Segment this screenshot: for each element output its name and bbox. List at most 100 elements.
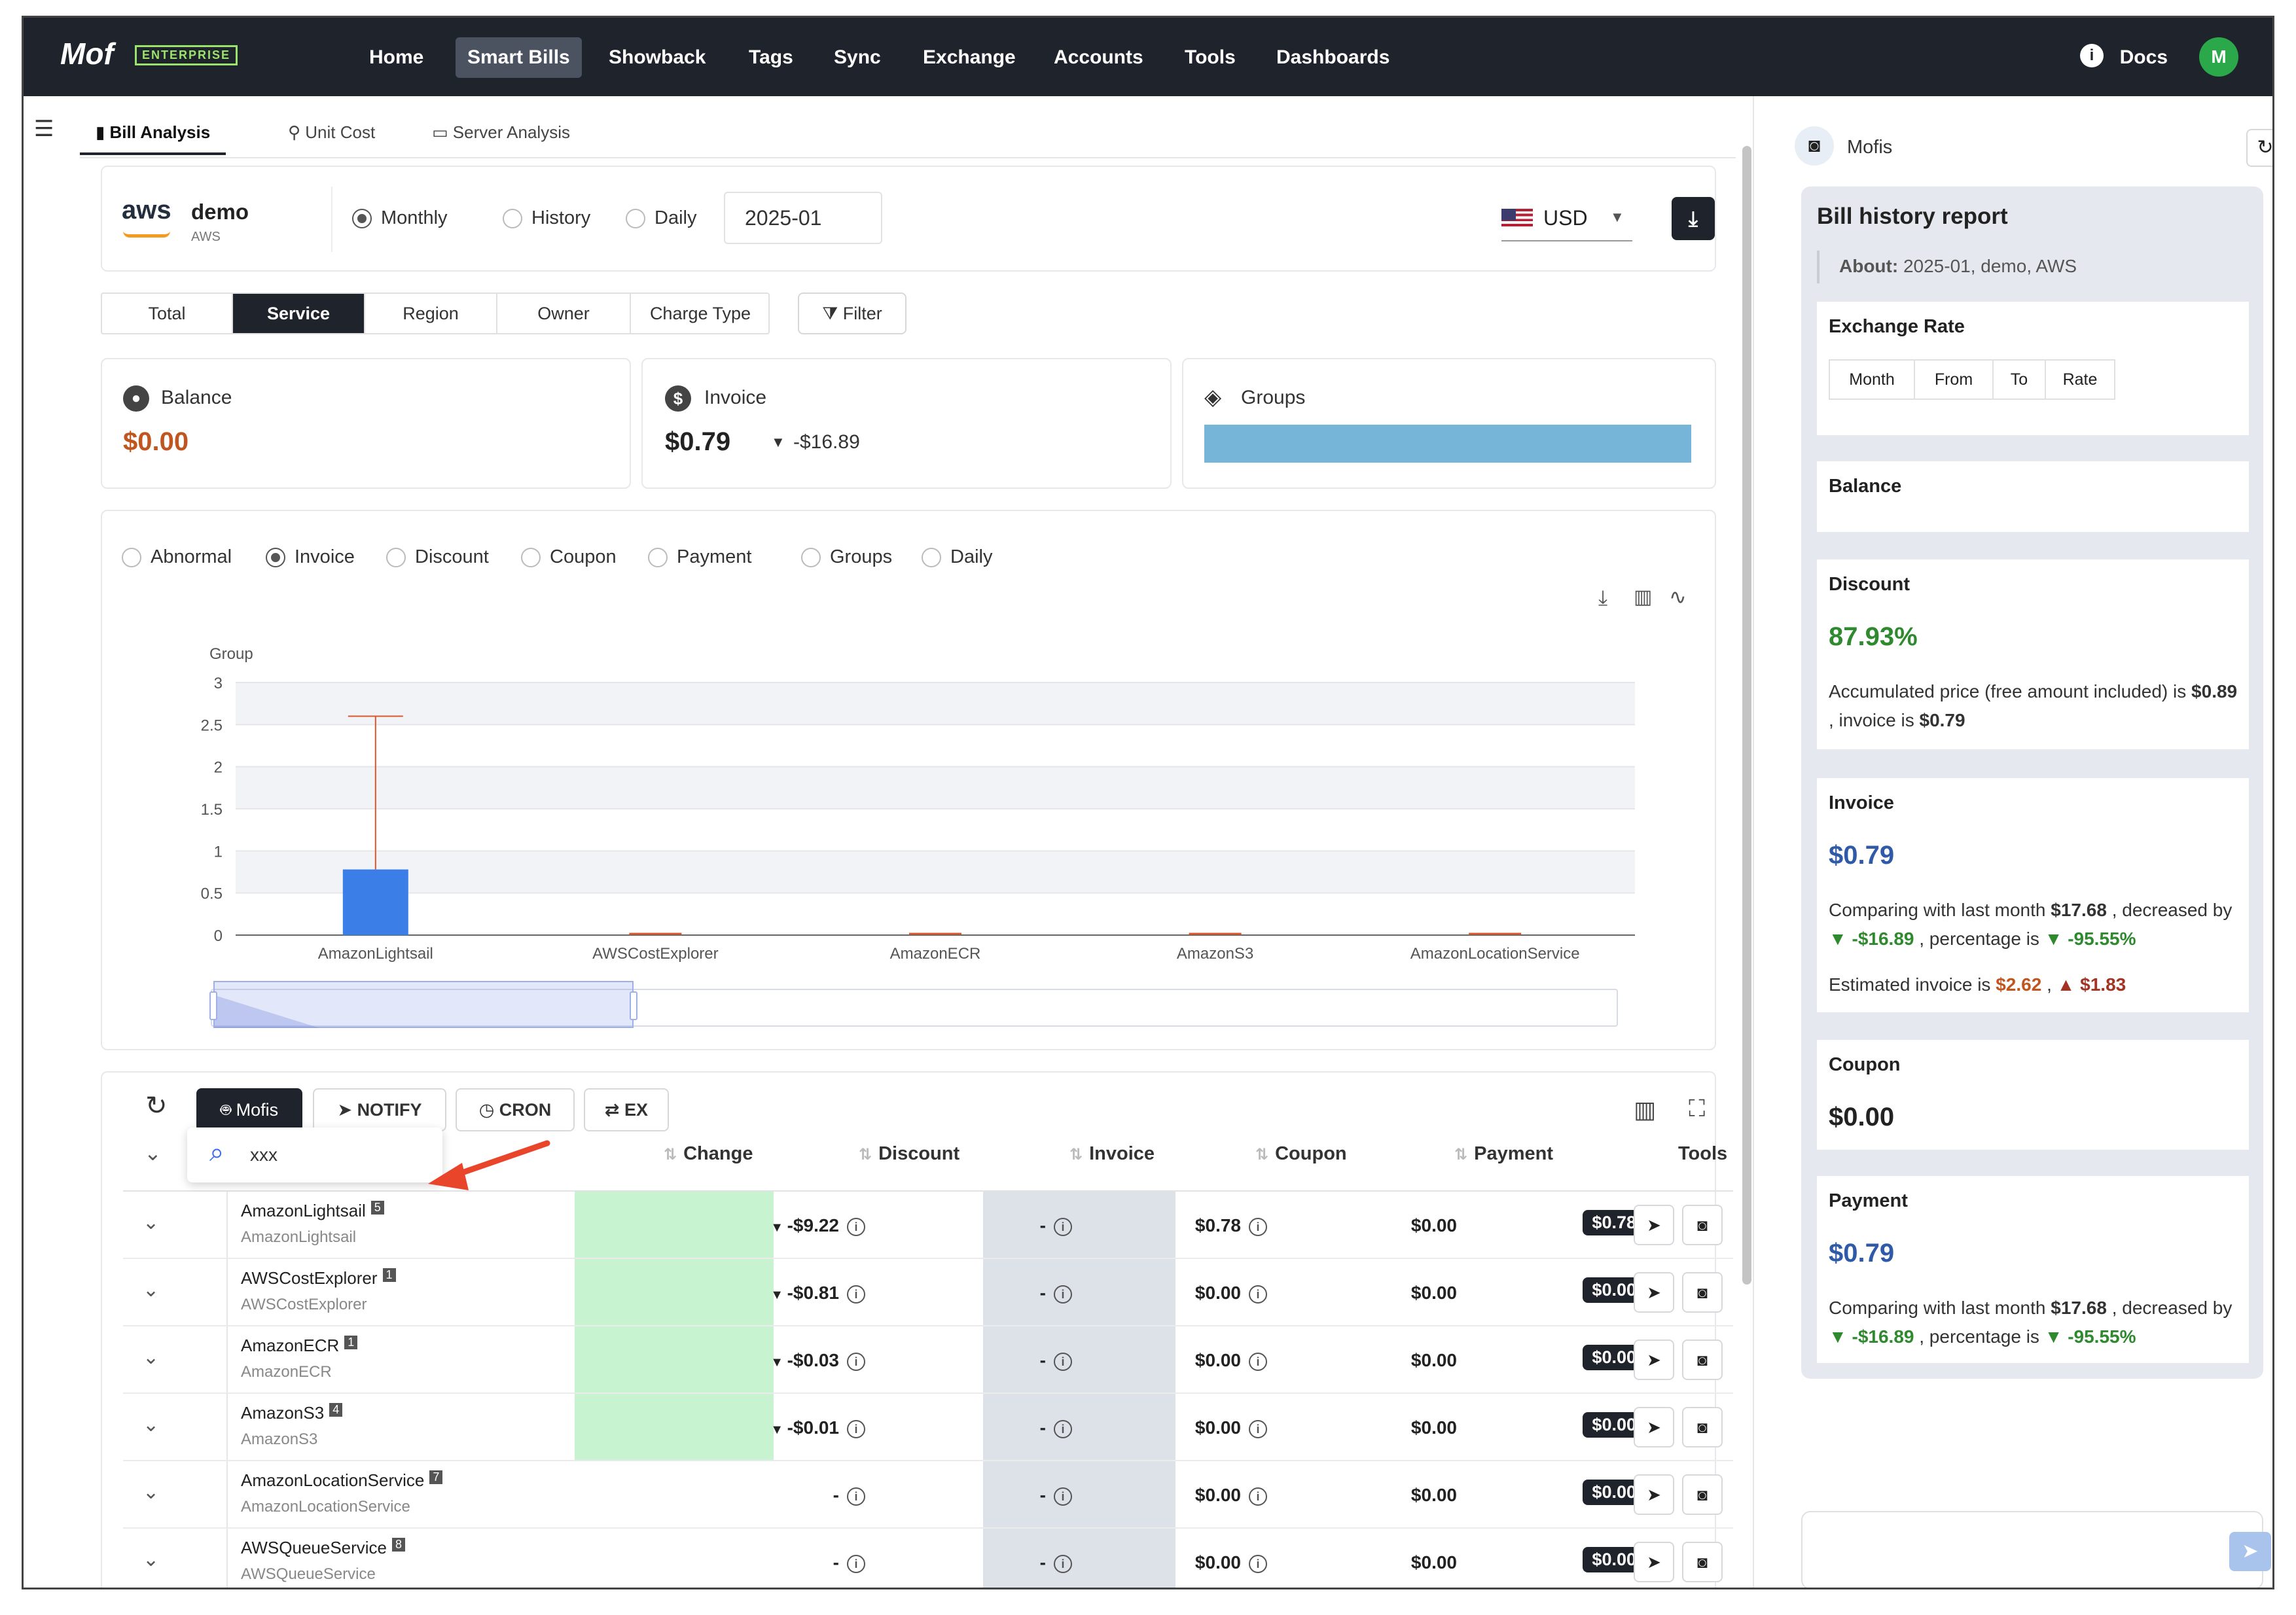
row-expand-icon[interactable]: ⌄ <box>143 1279 159 1302</box>
nav-dashboards[interactable]: Dashboards <box>1265 37 1401 78</box>
col-label: Discount <box>878 1143 960 1164</box>
filter-button[interactable]: ⧩ Filter <box>798 293 906 334</box>
panel-refresh-button[interactable]: ↻ <box>2246 129 2272 167</box>
exchange-title: Exchange Rate <box>1829 316 1965 337</box>
col-invoice[interactable]: ⇅ Invoice <box>1069 1143 1155 1165</box>
aws-smile-icon <box>123 231 170 238</box>
edition-badge: ENTERPRISE <box>135 45 238 65</box>
notify-button[interactable]: ➤ NOTIFY <box>313 1088 446 1131</box>
dim-owner[interactable]: Owner <box>497 294 631 333</box>
discount-value: 87.93% <box>1829 622 1918 651</box>
count-badge: 1 <box>344 1336 358 1349</box>
nav-smart-bills[interactable]: Smart Bills <box>456 37 582 78</box>
tab-unit-cost[interactable]: ⚲ Unit Cost <box>272 109 391 155</box>
col-discount[interactable]: ⇅ Discount <box>859 1143 960 1165</box>
info-icon[interactable]: i <box>2080 44 2104 67</box>
ex-button[interactable]: ⇄ EX <box>584 1088 669 1131</box>
row-expand-icon[interactable]: ⌄ <box>143 1346 159 1369</box>
discount-cell: -i <box>843 1485 1072 1506</box>
robot-icon: ◙ <box>1697 1350 1708 1370</box>
refresh-icon[interactable]: ↻ <box>145 1091 168 1121</box>
tab-label: Server Analysis <box>452 122 570 142</box>
x-tick-label: AmazonLightsail <box>318 945 433 963</box>
send-button[interactable]: ➤ <box>1634 1205 1674 1245</box>
table-row[interactable]: ⌄ AWSCostExplorer 1 AWSCostExplorer ▼ -$0… <box>123 1259 1733 1326</box>
send-button[interactable]: ➤ <box>1634 1542 1674 1582</box>
col-change[interactable]: ⇅ Change <box>664 1143 753 1165</box>
zoom-preview-icon <box>215 995 319 1028</box>
col-label: Change <box>683 1143 753 1164</box>
row-expand-icon[interactable]: ⌄ <box>143 1548 159 1571</box>
row-expand-icon[interactable]: ⌄ <box>143 1413 159 1436</box>
dim-region[interactable]: Region <box>365 294 497 333</box>
currency-select[interactable]: USD ▼ <box>1501 200 1632 241</box>
coupon-cell: $0.00 <box>1410 1215 1457 1235</box>
expand-all-icon[interactable]: ⌄ <box>144 1141 162 1165</box>
zoom-handle-right[interactable] <box>630 991 637 1020</box>
discount-section: Discount 87.93% Accumulated price (free … <box>1817 559 2249 749</box>
user-circle-icon: ● <box>123 385 149 412</box>
period-daily[interactable]: Daily <box>626 207 696 229</box>
fullscreen-icon[interactable]: ⛶ <box>1689 1095 1705 1123</box>
tab-bill-analysis[interactable]: ▮ Bill Analysis <box>80 109 226 155</box>
send-button[interactable]: ➤ <box>1634 1407 1674 1447</box>
groups-bar[interactable] <box>1204 425 1691 463</box>
invoice-label: Invoice <box>704 387 767 408</box>
dim-service[interactable]: Service <box>233 294 365 333</box>
user-avatar[interactable]: M <box>2199 37 2238 77</box>
dim-charge-type[interactable]: Charge Type <box>631 294 770 333</box>
mofis-button[interactable]: 🤖︎ Mofis <box>196 1088 302 1131</box>
search-input[interactable]: xxx <box>250 1145 278 1165</box>
coupon-cell: $0.00 <box>1410 1485 1457 1505</box>
robot-button[interactable]: ◙ <box>1682 1542 1723 1582</box>
robot-button[interactable]: ◙ <box>1682 1340 1723 1380</box>
data-zoom-window[interactable] <box>213 981 634 1028</box>
sidebar-toggle-icon[interactable]: ☰ <box>34 116 54 142</box>
x-tick-label: AWSCostExplorer <box>592 945 719 963</box>
nav-tools[interactable]: Tools <box>1173 37 1247 78</box>
chat-input[interactable] <box>1801 1511 2263 1588</box>
nav-home[interactable]: Home <box>357 37 435 78</box>
tab-server-analysis[interactable]: ▭ Server Analysis <box>416 109 586 155</box>
period-monthly[interactable]: Monthly <box>352 207 448 229</box>
period-history[interactable]: History <box>503 207 590 229</box>
month-picker[interactable]: 2025-01 <box>724 192 882 244</box>
nav-showback[interactable]: Showback <box>597 37 717 78</box>
table-row[interactable]: ⌄ AmazonS3 4 AmazonS3 ▼ -$0.01 i -i $0.00 i… <box>123 1394 1733 1461</box>
main-scrollbar[interactable] <box>1742 146 1751 1285</box>
nav-docs[interactable]: Docs <box>2120 46 2168 69</box>
discount-cell: -i <box>843 1552 1072 1573</box>
table-row[interactable]: ⌄ AmazonLightsail 5 AmazonLightsail ▼ -$9… <box>123 1192 1733 1259</box>
row-expand-icon[interactable]: ⌄ <box>143 1481 159 1504</box>
nav-exchange[interactable]: Exchange <box>911 37 1028 78</box>
table-row[interactable]: ⌄ AWSQueueService 8 AWSQueueService -i -i… <box>123 1529 1733 1588</box>
invoice-cell: $0.00 i <box>1039 1485 1267 1506</box>
robot-button[interactable]: ◙ <box>1682 1407 1723 1447</box>
cron-button[interactable]: ◷ CRON <box>456 1088 575 1131</box>
layers-icon: ◈ <box>1204 385 1222 410</box>
nav-accounts[interactable]: Accounts <box>1042 37 1155 78</box>
col-coupon[interactable]: ⇅ Coupon <box>1255 1143 1347 1165</box>
dim-total[interactable]: Total <box>102 294 233 333</box>
table-row[interactable]: ⌄ AmazonECR 1 AmazonECR ▼ -$0.03 i -i $0.0… <box>123 1326 1733 1394</box>
robot-button[interactable]: ◙ <box>1682 1205 1723 1245</box>
robot-icon: ◙ <box>1697 1485 1708 1504</box>
payment-value: $0.79 <box>1829 1239 1895 1268</box>
download-button[interactable]: ⤓ <box>1672 197 1715 240</box>
robot-icon: ◙ <box>1697 1417 1708 1437</box>
table-row[interactable]: ⌄ AmazonLocationService 7 AmazonLocationS… <box>123 1461 1733 1529</box>
nav-tags[interactable]: Tags <box>737 37 805 78</box>
columns-icon[interactable]: ▥ <box>1634 1096 1656 1124</box>
send-button[interactable]: ➤ <box>1634 1272 1674 1313</box>
send-button[interactable]: ➤ <box>1634 1340 1674 1380</box>
robot-button[interactable]: ◙ <box>1682 1272 1723 1313</box>
app-logo[interactable]: Mof <box>60 36 114 71</box>
send-button[interactable]: ➤ <box>1634 1474 1674 1515</box>
x-tick-label: AmazonS3 <box>1177 945 1253 963</box>
col-payment[interactable]: ⇅ Payment <box>1454 1143 1553 1165</box>
zoom-handle-left[interactable] <box>209 991 217 1020</box>
nav-sync[interactable]: Sync <box>822 37 893 78</box>
robot-button[interactable]: ◙ <box>1682 1474 1723 1515</box>
send-message-button[interactable]: ➤ <box>2229 1532 2271 1571</box>
row-expand-icon[interactable]: ⌄ <box>143 1211 159 1234</box>
